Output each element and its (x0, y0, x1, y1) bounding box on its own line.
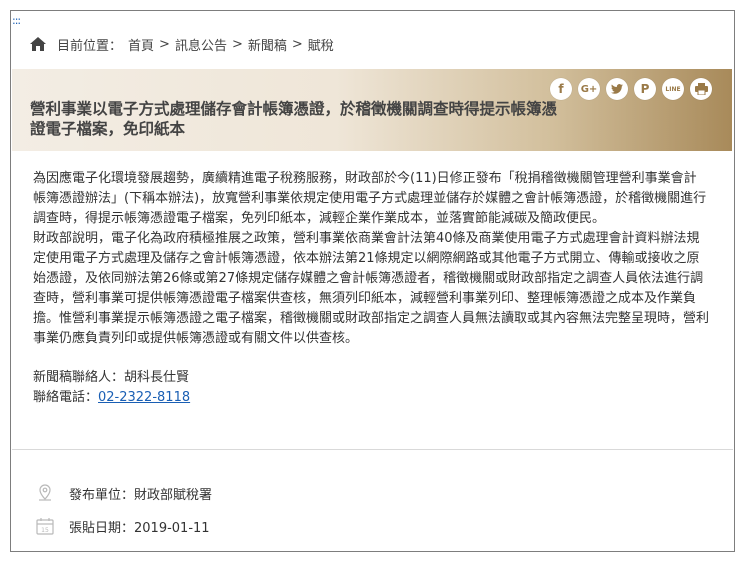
print-icon[interactable] (690, 78, 712, 100)
accesskey-marker[interactable]: ::: (12, 14, 21, 27)
contact-person: 新聞稿聯絡人：胡科長仕賢 (33, 370, 190, 385)
article-paragraph: 為因應電子化環境發展趨勢，廣續精進電子稅務服務，財政部於今(11)日修正發布「稅… (33, 171, 707, 226)
divider (12, 449, 733, 450)
article-title: 營利事業以電子方式處理儲存會計帳簿憑證，於稽徵機關調查時得提示帳簿憑證電子檔案，… (30, 99, 558, 138)
twitter-icon[interactable] (606, 78, 628, 100)
breadcrumb-separator: > (231, 36, 243, 52)
pinterest-icon[interactable]: P (634, 78, 656, 100)
publisher-text: 發布單位：財政部賦稅署 (69, 487, 213, 503)
facebook-icon[interactable]: f (550, 78, 572, 100)
calendar-day: 15 (41, 527, 49, 534)
publisher-row: 發布單位：財政部賦稅署 (35, 483, 212, 503)
contact-block: 新聞稿聯絡人：胡科長仕賢 聯絡電話：02-2322-8118 (33, 368, 709, 408)
twitter-bird-icon (611, 84, 623, 94)
date-row: 15 張貼日期：2019-01-11 (35, 516, 210, 536)
breadcrumb: 目前位置： 首頁 > 訊息公告 > 新聞稿 > 賦稅 (29, 33, 334, 55)
breadcrumb-announcements-link[interactable]: 訊息公告 (175, 35, 227, 54)
breadcrumb-separator: > (159, 36, 170, 52)
phone-label: 聯絡電話： (33, 390, 99, 405)
line-icon[interactable]: LINE (662, 78, 684, 100)
page-frame: ::: 目前位置： 首頁 > 訊息公告 > 新聞稿 > 賦稅 f G+ P LI… (10, 10, 735, 552)
calendar-icon: 15 (35, 516, 55, 536)
contact-phone-row: 聯絡電話：02-2322-8118 (33, 388, 709, 408)
location-pin-icon (35, 483, 55, 503)
printer-icon (694, 83, 708, 95)
title-banner: f G+ P LINE 營利事業以電子方式處理儲存會計帳簿憑證，於稽徵機關調查時… (12, 69, 732, 151)
article-paragraph: 財政部說明，電子化為政府積極推展之政策，營利事業依商業會計法第40條及商業使用電… (33, 231, 710, 346)
post-date: 張貼日期：2019-01-11 (69, 520, 210, 536)
article-body: 為因應電子化環境發展趨勢，廣續精進電子稅務服務，財政部於今(11)日修正發布「稅… (33, 169, 709, 408)
breadcrumb-home-link[interactable]: 首頁 (128, 35, 154, 54)
breadcrumb-prefix: 目前位置： (57, 38, 123, 54)
breadcrumb-press-link[interactable]: 新聞稿 (248, 35, 287, 54)
share-toolbar: f G+ P LINE (550, 78, 712, 100)
breadcrumb-current[interactable]: 賦稅 (308, 35, 334, 54)
phone-link[interactable]: 02-2322-8118 (98, 390, 190, 405)
breadcrumb-separator: > (291, 36, 303, 52)
google-plus-icon[interactable]: G+ (578, 78, 600, 100)
home-icon[interactable] (29, 36, 47, 52)
